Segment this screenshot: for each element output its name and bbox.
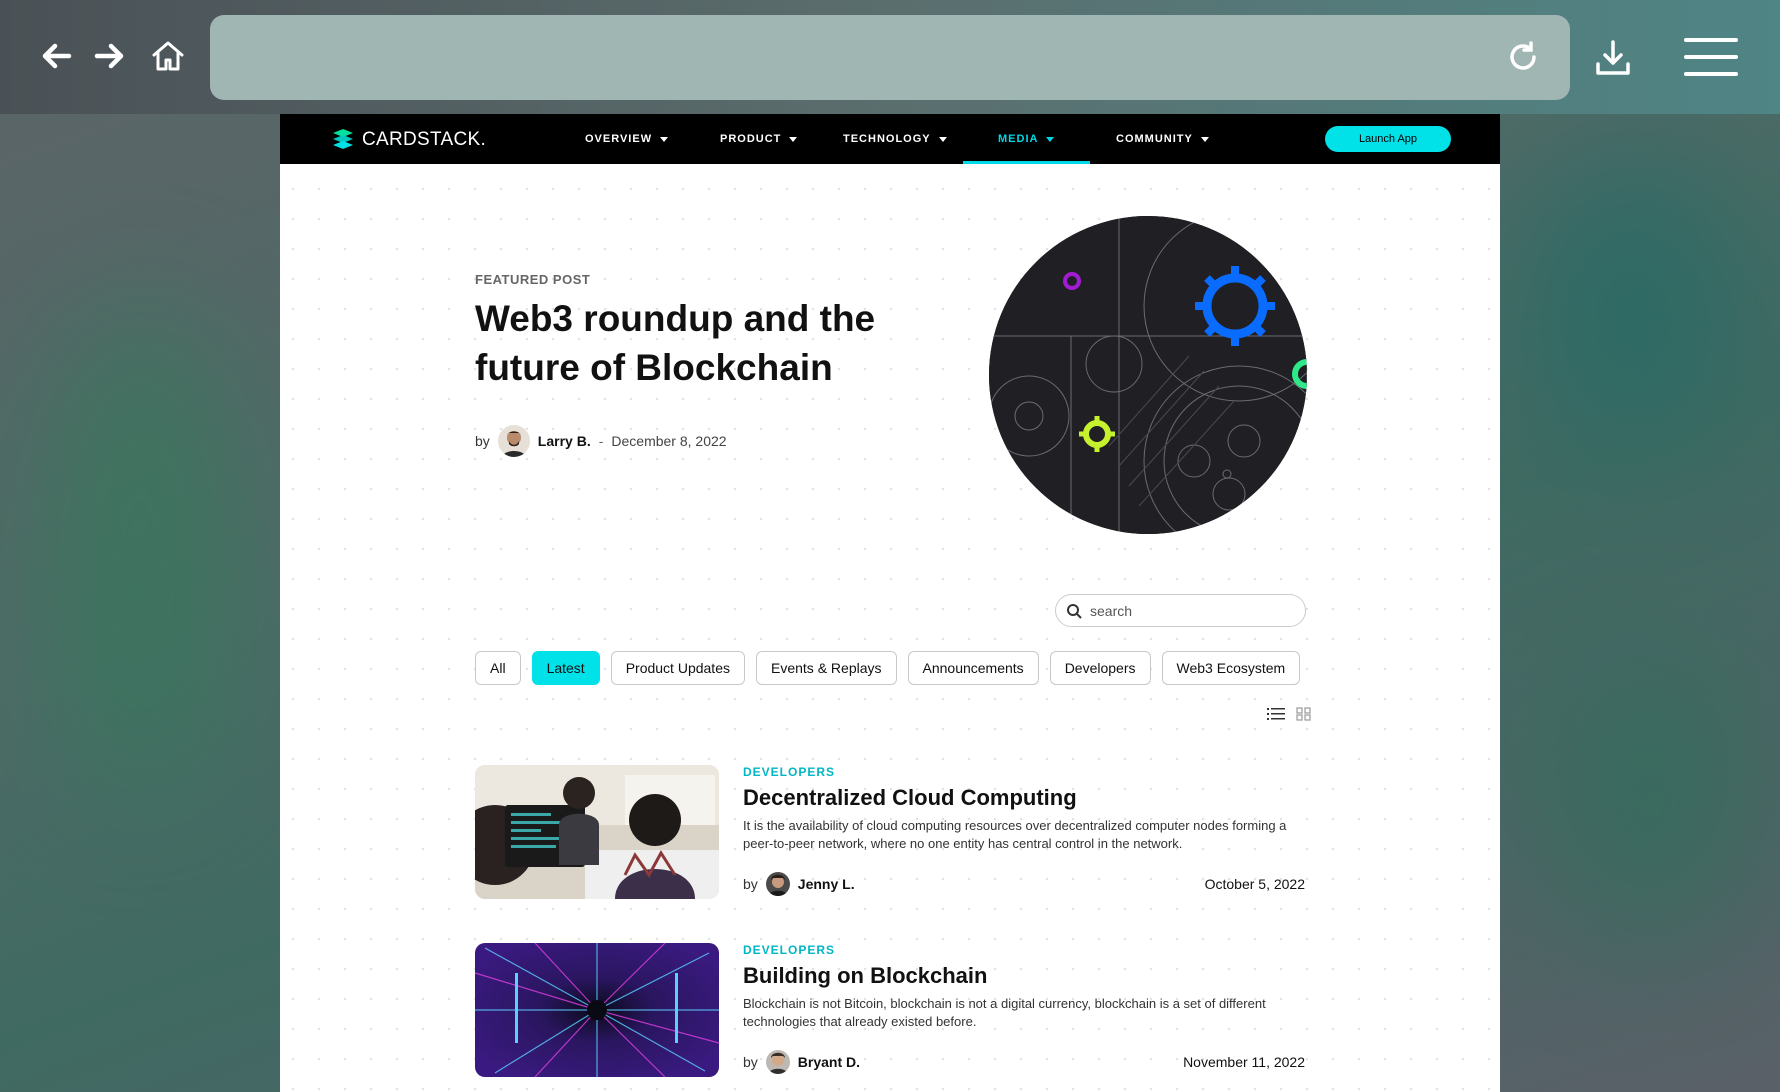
nav-technology[interactable]: TECHNOLOGY xyxy=(843,114,947,164)
site-logo[interactable]: CARDSTACK. xyxy=(330,127,486,153)
featured-byline: by Larry B. - December 8, 2022 xyxy=(475,425,727,457)
web-page: CARDSTACK. OVERVIEW PRODUCT TECHNOLOGY M… xyxy=(280,114,1500,1092)
search-input[interactable] xyxy=(1090,602,1290,619)
post-title[interactable]: Building on Blockchain xyxy=(743,963,987,989)
featured-label: FEATURED POST xyxy=(475,272,591,287)
home-icon[interactable] xyxy=(146,34,190,78)
nav-label: MEDIA xyxy=(998,133,1039,145)
by-label: by xyxy=(475,433,490,449)
nav-label: COMMUNITY xyxy=(1116,133,1193,145)
post-description: It is the availability of cloud computin… xyxy=(743,818,1287,851)
post-category[interactable]: DEVELOPERS xyxy=(743,765,835,779)
post-title[interactable]: Decentralized Cloud Computing xyxy=(743,785,1077,811)
nav-community[interactable]: COMMUNITY xyxy=(1116,114,1209,164)
post-author[interactable]: Jenny L. xyxy=(798,876,855,892)
post-date: October 5, 2022 xyxy=(1204,876,1305,892)
avatar xyxy=(765,1050,790,1074)
list-view-icon[interactable] xyxy=(1267,706,1285,722)
nav-label: OVERVIEW xyxy=(585,133,653,145)
post-description: Blockchain is not Bitcoin, blockchain is… xyxy=(743,996,1266,1029)
grid-view-icon[interactable] xyxy=(1295,706,1313,722)
by-label: by xyxy=(743,876,758,892)
search-icon xyxy=(1067,603,1082,619)
hamburger-menu-icon[interactable] xyxy=(1684,38,1738,76)
caret-down-icon xyxy=(1200,136,1209,142)
address-bar[interactable] xyxy=(210,15,1570,100)
by-label: by xyxy=(743,1054,758,1070)
browser-toolbar xyxy=(0,0,1780,114)
filter-latest[interactable]: Latest xyxy=(531,651,600,685)
back-arrow-icon[interactable] xyxy=(35,34,79,78)
filter-events-replays[interactable]: Events & Replays xyxy=(756,651,897,685)
filter-web3-ecosystem[interactable]: Web3 Ecosystem xyxy=(1161,651,1301,685)
post-author[interactable]: Bryant D. xyxy=(798,1054,860,1070)
caret-down-icon xyxy=(660,136,669,142)
background-blur xyxy=(1520,150,1740,450)
nav-media[interactable]: MEDIA xyxy=(962,114,1092,164)
nav-product[interactable]: PRODUCT xyxy=(720,114,798,164)
logo-text: CARDSTACK. xyxy=(362,129,487,150)
featured-author[interactable]: Larry B. xyxy=(538,433,591,449)
background-blur xyxy=(1540,650,1760,950)
post-card[interactable]: DEVELOPERS Building on Blockchain Blockc… xyxy=(475,943,1305,1079)
avatar xyxy=(765,872,790,896)
background-blur xyxy=(40,300,240,800)
caret-down-icon xyxy=(938,136,947,142)
search-box[interactable] xyxy=(1055,594,1306,627)
filter-developers[interactable]: Developers xyxy=(1049,651,1151,685)
site-header: CARDSTACK. OVERVIEW PRODUCT TECHNOLOGY M… xyxy=(280,114,1500,164)
reload-icon[interactable] xyxy=(1500,34,1546,80)
featured-title[interactable]: Web3 roundup and the future of Blockchai… xyxy=(475,294,905,392)
post-date: November 11, 2022 xyxy=(1183,1054,1305,1070)
featured-date: December 8, 2022 xyxy=(611,433,727,449)
post-byline: by Bryant D. xyxy=(743,1050,860,1074)
nav-label: TECHNOLOGY xyxy=(843,133,931,145)
featured-image-gears[interactable] xyxy=(989,216,1307,534)
download-icon[interactable] xyxy=(1588,34,1638,82)
filter-product-updates[interactable]: Product Updates xyxy=(610,651,745,685)
filter-announcements[interactable]: Announcements xyxy=(907,651,1039,685)
avatar xyxy=(497,425,530,457)
post-card[interactable]: DEVELOPERS Decentralized Cloud Computing… xyxy=(475,765,1305,901)
nav-label: PRODUCT xyxy=(720,133,782,145)
launch-app-button[interactable]: Launch App xyxy=(1325,126,1451,152)
post-thumbnail-neon-tunnel[interactable] xyxy=(475,943,719,1077)
separator: - xyxy=(598,433,604,449)
caret-down-icon xyxy=(1046,136,1055,142)
forward-arrow-icon[interactable] xyxy=(87,34,131,78)
caret-down-icon xyxy=(789,136,798,142)
post-thumbnail-developers-at-computer[interactable] xyxy=(475,765,719,899)
filter-all[interactable]: All xyxy=(475,651,521,685)
post-byline: by Jenny L. xyxy=(743,872,855,896)
post-category[interactable]: DEVELOPERS xyxy=(743,943,835,957)
cardstack-logo-icon xyxy=(333,129,353,149)
nav-overview[interactable]: OVERVIEW xyxy=(585,114,669,164)
filter-chips: All Latest Product Updates Events & Repl… xyxy=(475,651,1301,685)
view-toggle xyxy=(1267,706,1313,722)
